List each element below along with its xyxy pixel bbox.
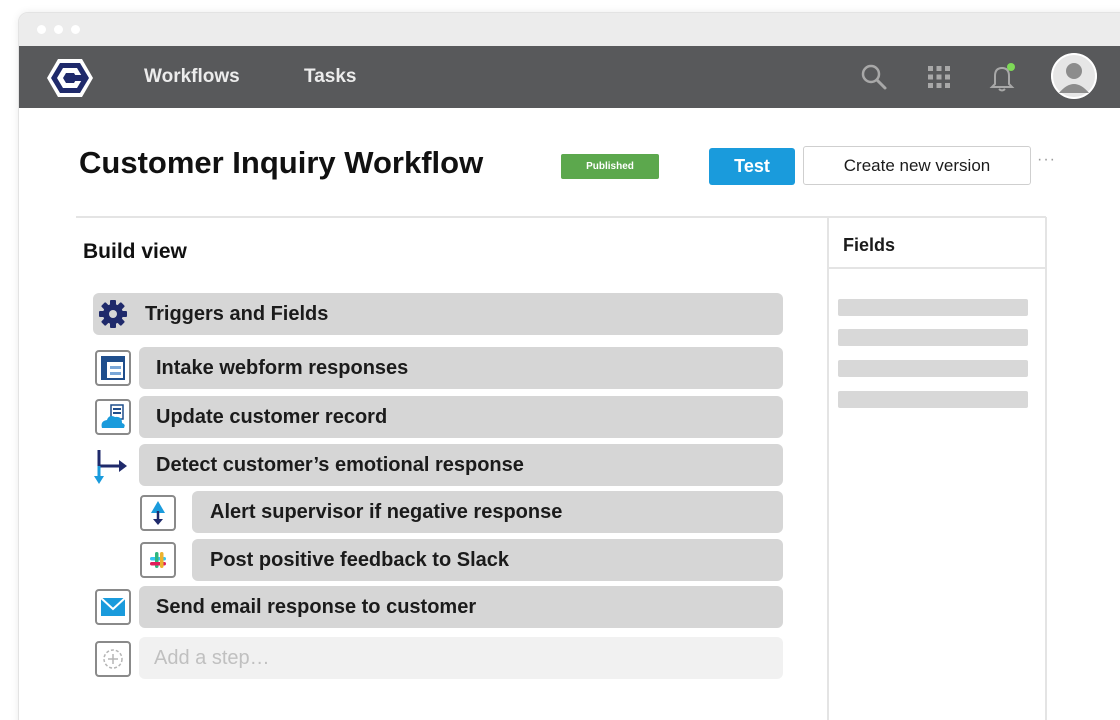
alert-arrow-icon	[140, 495, 176, 531]
nav-tasks[interactable]: Tasks	[304, 66, 356, 88]
field-placeholder	[838, 391, 1028, 408]
window-control-minimize[interactable]	[54, 25, 63, 34]
fields-panel: Fields	[827, 217, 1047, 720]
add-step-input[interactable]: Add a step…	[139, 637, 783, 679]
slack-icon	[140, 542, 176, 578]
app-window: Workflows Tasks Customer Inquiry Workflo…	[18, 12, 1120, 720]
step-label: Send email response to customer	[156, 596, 477, 618]
step-label: Intake webform responses	[156, 357, 409, 379]
page-title: Customer Inquiry Workflow	[79, 145, 484, 180]
test-button[interactable]: Test	[709, 148, 795, 185]
window-control-maximize[interactable]	[71, 25, 80, 34]
build-view-title: Build view	[83, 240, 187, 263]
status-badge: Published	[561, 154, 659, 179]
field-placeholder	[838, 360, 1028, 377]
fields-panel-title: Fields	[829, 217, 1045, 269]
field-placeholder	[838, 329, 1028, 346]
step-post-to-slack[interactable]: Post positive feedback to Slack	[192, 539, 783, 581]
top-navigation: Workflows Tasks	[19, 46, 1120, 108]
step-alert-supervisor[interactable]: Alert supervisor if negative response	[192, 491, 783, 533]
step-label: Post positive feedback to Slack	[210, 549, 509, 571]
step-label: Update customer record	[156, 406, 388, 428]
step-label: Alert supervisor if negative response	[210, 501, 563, 523]
app-logo-icon[interactable]	[45, 56, 95, 100]
step-intake-webform[interactable]: Intake webform responses	[139, 347, 783, 389]
more-options-icon[interactable]: ···	[1037, 151, 1056, 169]
branch-arrow-icon	[91, 446, 135, 490]
window-titlebar	[19, 13, 1120, 46]
create-new-version-button[interactable]: Create new version	[803, 146, 1031, 185]
search-icon[interactable]	[859, 62, 889, 92]
add-step-placeholder: Add a step…	[154, 647, 270, 669]
webform-icon	[95, 350, 131, 386]
apps-grid-icon[interactable]	[924, 62, 954, 92]
bell-icon[interactable]	[987, 62, 1017, 92]
email-icon	[95, 589, 131, 625]
step-triggers-and-fields[interactable]: Triggers and Fields	[93, 293, 783, 335]
step-update-customer-record[interactable]: Update customer record	[139, 396, 783, 438]
field-placeholder	[838, 299, 1028, 316]
nav-workflows[interactable]: Workflows	[144, 66, 240, 88]
step-label: Detect customer’s emotional response	[156, 454, 524, 476]
step-detect-emotional-response[interactable]: Detect customer’s emotional response	[139, 444, 783, 486]
gear-icon	[97, 298, 129, 330]
step-send-email[interactable]: Send email response to customer	[139, 586, 783, 628]
add-step-icon[interactable]	[95, 641, 131, 677]
window-control-close[interactable]	[37, 25, 46, 34]
cloud-record-icon	[95, 399, 131, 435]
step-label: Triggers and Fields	[145, 303, 329, 325]
user-avatar-icon[interactable]	[1051, 53, 1097, 99]
